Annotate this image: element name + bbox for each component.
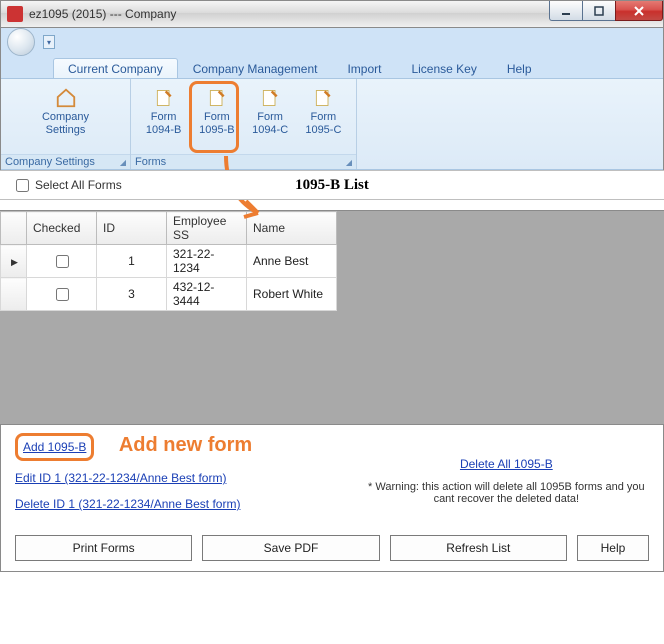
row-header-blank [1, 212, 27, 245]
edit-form-link[interactable]: Edit ID 1 (321-22-1234/Anne Best form) [15, 471, 226, 485]
cell-name[interactable]: Anne Best [247, 245, 337, 278]
print-forms-button[interactable]: Print Forms [15, 535, 192, 561]
company-settings-button[interactable]: Company Settings [21, 82, 111, 151]
save-pdf-button[interactable]: Save PDF [202, 535, 379, 561]
list-header: Select All Forms 1095-B List [0, 170, 664, 200]
app-icon [7, 6, 23, 22]
maximize-button[interactable] [582, 1, 616, 21]
annotation-text: Add new form [119, 434, 252, 456]
ribbon-group-label: Forms [135, 156, 166, 168]
form-icon [312, 87, 334, 109]
ribbon-tabbar: Current Company Company Management Impor… [1, 56, 663, 78]
form-1094b-button[interactable]: Form 1094-B [137, 82, 190, 151]
col-name[interactable]: Name [247, 212, 337, 245]
warning-text: * Warning: this action will delete all 1… [364, 481, 649, 505]
tab-import[interactable]: Import [332, 58, 396, 79]
close-button[interactable] [615, 1, 663, 21]
quick-access-dropdown[interactable]: ▾ [43, 35, 55, 49]
form-1095c-button[interactable]: Form 1095-C [297, 82, 350, 151]
cell-id[interactable]: 3 [97, 278, 167, 311]
ribbon: Company Settings Company Settings ◢ Form … [1, 78, 663, 170]
window-title: ez1095 (2015) --- Company [29, 7, 176, 21]
delete-all-link[interactable]: Delete All 1095-B [460, 457, 553, 471]
bottom-panel: Add 1095-B Add new form Edit ID 1 (321-2… [0, 425, 664, 572]
table-row[interactable]: 1 321-22-1234 Anne Best [1, 245, 337, 278]
cell-checked[interactable] [27, 245, 97, 278]
tab-license-key[interactable]: License Key [396, 58, 491, 79]
cell-ss[interactable]: 432-12-3444 [167, 278, 247, 311]
tab-company-management[interactable]: Company Management [178, 58, 333, 79]
row-selector-icon[interactable] [1, 278, 27, 311]
cell-id[interactable]: 1 [97, 245, 167, 278]
form-icon [153, 87, 175, 109]
table-row[interactable]: 3 432-12-3444 Robert White [1, 278, 337, 311]
form-icon [259, 87, 281, 109]
data-grid[interactable]: Checked ID Employee SS Name 1 321-22-123… [0, 210, 664, 425]
cell-ss[interactable]: 321-22-1234 [167, 245, 247, 278]
col-id[interactable]: ID [97, 212, 167, 245]
form-1095b-button[interactable]: Form 1095-B [190, 82, 243, 151]
select-all-checkbox[interactable]: Select All Forms [12, 176, 122, 195]
minimize-button[interactable] [549, 1, 583, 21]
col-checked[interactable]: Checked [27, 212, 97, 245]
refresh-list-button[interactable]: Refresh List [390, 535, 567, 561]
tab-current-company[interactable]: Current Company [53, 58, 178, 79]
dialog-launcher-icon[interactable]: ◢ [120, 158, 126, 167]
list-title: 1095-B List [295, 177, 369, 194]
home-icon [55, 87, 77, 109]
col-ss[interactable]: Employee SS [167, 212, 247, 245]
app-menu-orb[interactable] [7, 28, 35, 56]
cell-checked[interactable] [27, 278, 97, 311]
add-1095b-link[interactable]: Add 1095-B [23, 440, 86, 454]
tab-help[interactable]: Help [492, 58, 547, 79]
form-1094c-button[interactable]: Form 1094-C [244, 82, 297, 151]
help-button[interactable]: Help [577, 535, 649, 561]
dialog-launcher-icon[interactable]: ◢ [346, 158, 352, 167]
titlebar: ez1095 (2015) --- Company [0, 0, 664, 28]
annotation-highlight: Add 1095-B [15, 433, 94, 461]
cell-name[interactable]: Robert White [247, 278, 337, 311]
delete-form-link[interactable]: Delete ID 1 (321-22-1234/Anne Best form) [15, 497, 240, 511]
ribbon-group-label: Company Settings [5, 156, 95, 168]
row-selector-icon[interactable] [1, 245, 27, 278]
form-icon [206, 87, 228, 109]
quick-access-toolbar: ▾ [1, 28, 663, 56]
